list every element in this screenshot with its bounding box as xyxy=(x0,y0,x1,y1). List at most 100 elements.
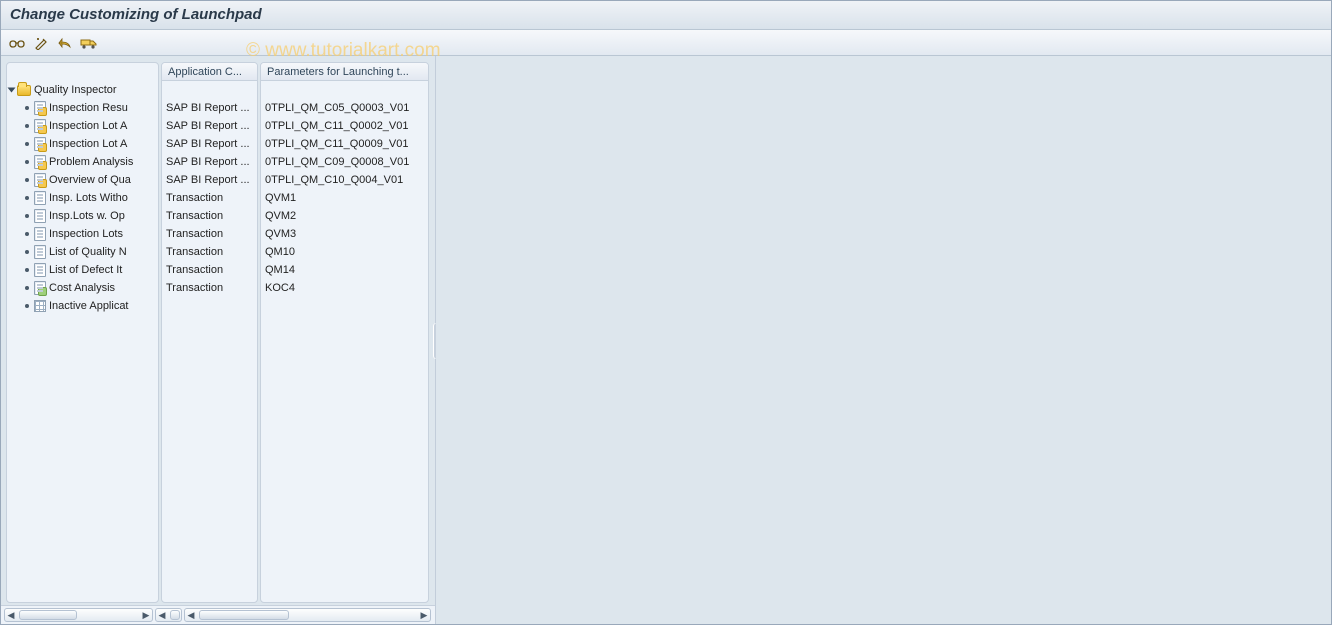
table-cell xyxy=(162,81,257,99)
tree-leaf[interactable]: Inspection Lot A xyxy=(7,117,158,135)
tree-leaf[interactable]: List of Defect It xyxy=(7,261,158,279)
table-cell-application[interactable]: SAP BI Report ... xyxy=(162,171,257,189)
table-cell-parameter[interactable] xyxy=(261,297,428,315)
cost-analysis-icon xyxy=(34,281,46,295)
table-cell-application[interactable]: Transaction xyxy=(162,225,257,243)
col-application-header[interactable]: Application C... xyxy=(162,63,257,81)
hscroll-application[interactable]: ◀ ▶ xyxy=(155,608,182,622)
leaf-bullet-icon xyxy=(25,196,29,200)
table-cell-parameter[interactable]: QM10 xyxy=(261,243,428,261)
tree-leaf-label: Inspection Lots xyxy=(49,228,123,240)
transaction-icon xyxy=(34,227,46,241)
inactive-folder-icon xyxy=(34,300,46,312)
table-cell-application[interactable]: Transaction xyxy=(162,207,257,225)
tree-leaf[interactable]: Problem Analysis xyxy=(7,153,158,171)
folder-icon xyxy=(17,85,31,96)
scroll-thumb[interactable] xyxy=(199,610,289,620)
tree-leaf[interactable]: Insp. Lots Witho xyxy=(7,189,158,207)
hscroll-parameters[interactable]: ◀ ▶ xyxy=(184,608,431,622)
tree-leaf-label: Inspection Resu xyxy=(49,102,128,114)
tree-leaf-label: Problem Analysis xyxy=(49,156,133,168)
report-icon xyxy=(34,155,46,169)
col-parameters-header[interactable]: Parameters for Launching t... xyxy=(261,63,428,81)
scroll-left-icon[interactable]: ◀ xyxy=(156,610,168,621)
expand-collapse-icon[interactable] xyxy=(8,88,16,93)
table-cell-parameter[interactable]: 0TPLI_QM_C11_Q0009_V01 xyxy=(261,135,428,153)
tb-magic-icon[interactable] xyxy=(32,34,50,52)
table-cell-parameter[interactable]: QM14 xyxy=(261,261,428,279)
tree-leaf-label: Inspection Lot A xyxy=(49,138,127,150)
table-cell-application[interactable]: Transaction xyxy=(162,261,257,279)
table-cell-application[interactable]: Transaction xyxy=(162,189,257,207)
col-tree-header[interactable] xyxy=(7,63,158,81)
table-cell-parameter[interactable]: 0TPLI_QM_C05_Q0003_V01 xyxy=(261,99,428,117)
leaf-bullet-icon xyxy=(25,268,29,272)
report-icon xyxy=(34,137,46,151)
table-cell-application[interactable] xyxy=(162,297,257,315)
hscroll-tree[interactable]: ◀ ▶ xyxy=(4,608,153,622)
hscroll-area: ◀ ▶ ◀ ▶ ◀ ▶ xyxy=(0,605,435,625)
tree-leaf-label: Cost Analysis xyxy=(49,282,115,294)
main-area: Quality Inspector Inspection Resu Inspecti… xyxy=(0,56,1332,625)
scroll-left-icon[interactable]: ◀ xyxy=(185,610,197,621)
page-title-text: Change Customizing of Launchpad xyxy=(10,6,262,23)
tb-glasses-icon[interactable] xyxy=(8,34,26,52)
scroll-right-icon[interactable]: ▶ xyxy=(140,610,152,621)
scroll-thumb[interactable] xyxy=(170,610,180,620)
transaction-icon xyxy=(34,209,46,223)
page-title: Change Customizing of Launchpad xyxy=(0,0,1332,30)
tree-leaf[interactable]: Inactive Applicat xyxy=(7,297,158,315)
table-cell-application[interactable]: SAP BI Report ... xyxy=(162,135,257,153)
tree-leaf[interactable]: Insp.Lots w. Op xyxy=(7,207,158,225)
leaf-bullet-icon xyxy=(25,232,29,236)
application-toolbar xyxy=(0,30,1332,56)
leaf-bullet-icon xyxy=(25,250,29,254)
table-cell-parameter[interactable]: QVM1 xyxy=(261,189,428,207)
table-cell-application[interactable]: SAP BI Report ... xyxy=(162,117,257,135)
leaf-bullet-icon xyxy=(25,178,29,182)
transaction-icon xyxy=(34,191,46,205)
col-parameters-body: 0TPLI_QM_C05_Q0003_V010TPLI_QM_C11_Q0002… xyxy=(261,81,428,602)
leaf-bullet-icon xyxy=(25,286,29,290)
leaf-bullet-icon xyxy=(25,304,29,308)
tree-leaf-label: List of Defect It xyxy=(49,264,122,276)
tree-leaf[interactable]: Inspection Resu xyxy=(7,99,158,117)
table-cell-application[interactable]: SAP BI Report ... xyxy=(162,153,257,171)
tb-revert-icon[interactable] xyxy=(56,34,74,52)
tree-leaf-label: Insp.Lots w. Op xyxy=(49,210,125,222)
leaf-bullet-icon xyxy=(25,124,29,128)
table-cell-application[interactable]: Transaction xyxy=(162,243,257,261)
tree-root-label: Quality Inspector xyxy=(34,84,117,96)
col-tree: Quality Inspector Inspection Resu Inspecti… xyxy=(6,62,159,603)
table-cell-parameter[interactable]: QVM2 xyxy=(261,207,428,225)
table-cell-application[interactable]: Transaction xyxy=(162,279,257,297)
tree-columns: Quality Inspector Inspection Resu Inspecti… xyxy=(0,56,435,605)
tree-leaf[interactable]: Inspection Lots xyxy=(7,225,158,243)
col-application-header-text: Application C... xyxy=(168,66,242,78)
table-cell-parameter[interactable]: KOC4 xyxy=(261,279,428,297)
table-cell-parameter[interactable]: 0TPLI_QM_C09_Q0008_V01 xyxy=(261,153,428,171)
leaf-bullet-icon xyxy=(25,142,29,146)
table-cell xyxy=(261,81,428,99)
scroll-thumb[interactable] xyxy=(19,610,77,620)
table-cell-application[interactable]: SAP BI Report ... xyxy=(162,99,257,117)
table-cell-parameter[interactable]: 0TPLI_QM_C11_Q0002_V01 xyxy=(261,117,428,135)
table-cell-parameter[interactable]: QVM3 xyxy=(261,225,428,243)
tree-leaf-label: Inspection Lot A xyxy=(49,120,127,132)
tree-leaf[interactable]: Overview of Qua xyxy=(7,171,158,189)
report-icon xyxy=(34,173,46,187)
report-icon xyxy=(34,119,46,133)
col-parameters: Parameters for Launching t... 0TPLI_QM_C… xyxy=(260,62,429,603)
tree-leaf[interactable]: Inspection Lot A xyxy=(7,135,158,153)
transaction-icon xyxy=(34,245,46,259)
leaf-bullet-icon xyxy=(25,214,29,218)
scroll-left-icon[interactable]: ◀ xyxy=(5,610,17,621)
scroll-right-icon[interactable]: ▶ xyxy=(418,610,430,621)
leaf-bullet-icon xyxy=(25,160,29,164)
tree-leaf[interactable]: List of Quality N xyxy=(7,243,158,261)
tree-root[interactable]: Quality Inspector xyxy=(7,81,158,99)
table-cell-parameter[interactable]: 0TPLI_QM_C10_Q004_V01 xyxy=(261,171,428,189)
tree-leaf[interactable]: Cost Analysis xyxy=(7,279,158,297)
tree-leaf-label: Inactive Applicat xyxy=(49,300,129,312)
tb-transport-icon[interactable] xyxy=(80,34,98,52)
